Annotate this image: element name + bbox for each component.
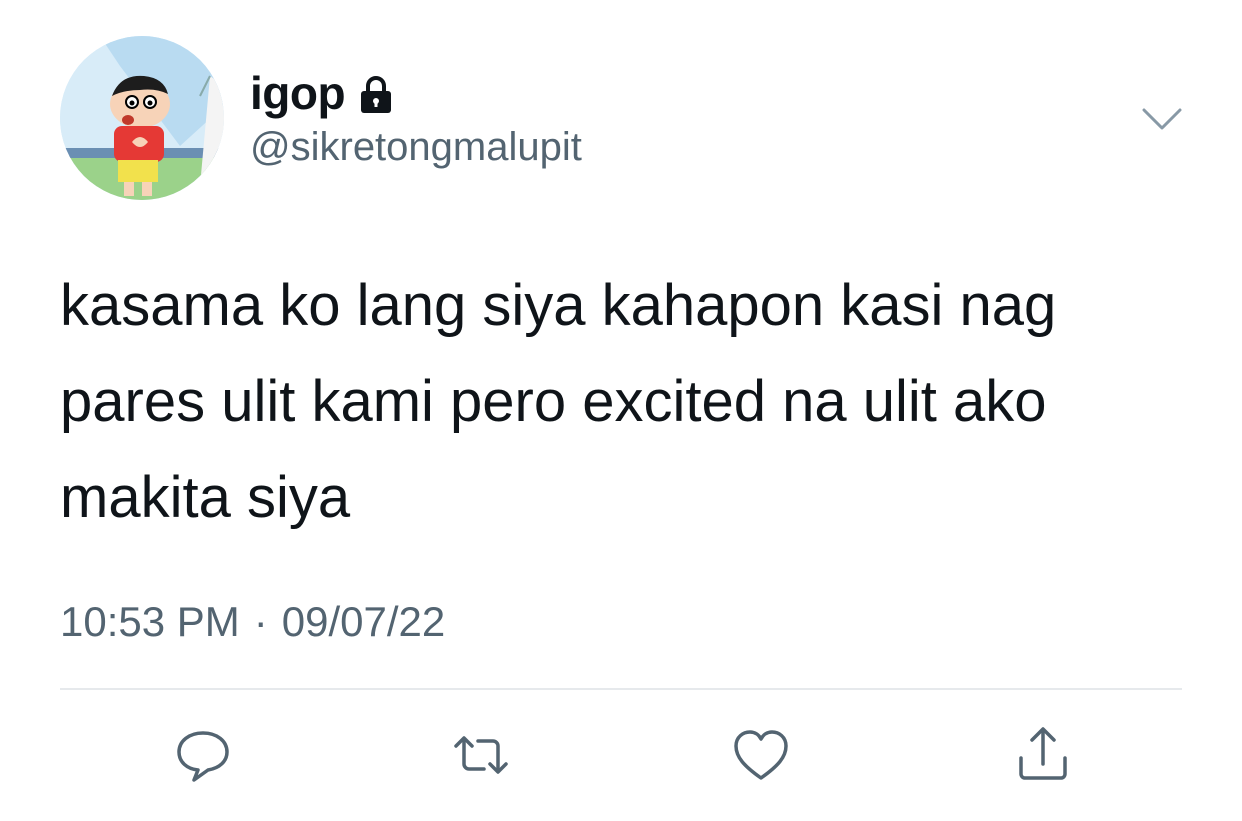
display-name[interactable]: igop bbox=[250, 66, 346, 120]
action-bar bbox=[0, 720, 1242, 790]
avatar[interactable] bbox=[60, 36, 224, 200]
divider bbox=[60, 688, 1182, 690]
avatar-image bbox=[60, 36, 224, 200]
share-icon bbox=[1019, 727, 1067, 780]
heart-icon bbox=[734, 730, 788, 780]
tweet-date: 09/07/22 bbox=[281, 598, 446, 645]
reply-button[interactable] bbox=[168, 720, 238, 790]
retweet-icon bbox=[454, 736, 508, 774]
name-row: igop bbox=[250, 66, 393, 120]
retweet-button[interactable] bbox=[446, 720, 516, 790]
like-button[interactable] bbox=[726, 720, 796, 790]
meta-separator: · bbox=[253, 598, 268, 645]
comment-icon bbox=[177, 731, 229, 782]
tweet-time: 10:53 PM bbox=[60, 598, 240, 645]
tweet-card: igop @sikretongmalupit kasama ko lang si… bbox=[0, 0, 1242, 821]
user-handle[interactable]: @sikretongmalupit bbox=[250, 125, 582, 170]
tweet-text: kasama ko lang siya kahapon kasi nag par… bbox=[60, 273, 1057, 530]
tweet-timestamp[interactable]: 10:53 PM · 09/07/22 bbox=[60, 598, 445, 646]
share-button[interactable] bbox=[1008, 720, 1078, 790]
lock-icon bbox=[361, 76, 392, 113]
chevron-down-icon[interactable] bbox=[1140, 104, 1184, 134]
